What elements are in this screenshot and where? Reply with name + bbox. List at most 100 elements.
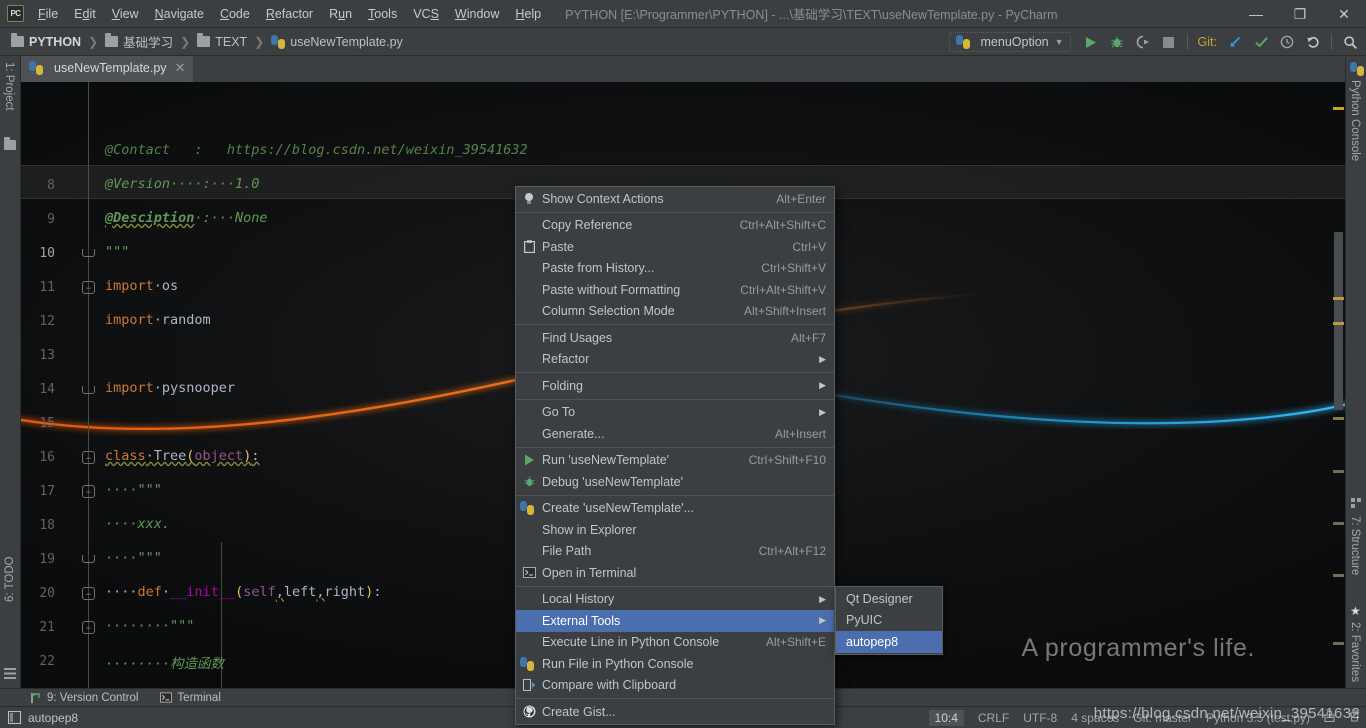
- menu-item-create-config[interactable]: Create 'useNewTemplate'...: [516, 498, 834, 520]
- status-message-area[interactable]: autopep8: [0, 711, 78, 725]
- editor-tab-usenewtemplate[interactable]: useNewTemplate.py ✕: [21, 56, 194, 82]
- run-button[interactable]: [1079, 31, 1103, 53]
- submenu-item-autopep8[interactable]: autopep8: [836, 631, 942, 653]
- fold-handle[interactable]: −: [82, 621, 95, 634]
- warning-marker[interactable]: [1333, 107, 1344, 110]
- sidebar-item-favorites[interactable]: 2: Favorites: [1349, 622, 1361, 682]
- fold-handle[interactable]: [82, 249, 95, 257]
- sidebar-item-todo[interactable]: 6: TODO: [4, 557, 16, 603]
- menu-item-paste[interactable]: Paste Ctrl+V: [516, 236, 834, 258]
- run-configuration-selector[interactable]: menuOption ▼: [948, 32, 1071, 52]
- warning-marker[interactable]: [1333, 297, 1344, 300]
- menu-item-paste-without-formatting[interactable]: Paste without Formatting Ctrl+Alt+Shift+…: [516, 279, 834, 301]
- fold-handle[interactable]: −: [82, 485, 95, 498]
- menu-code[interactable]: Code: [212, 3, 258, 25]
- menu-item-run[interactable]: Run 'useNewTemplate' Ctrl+Shift+F10: [516, 450, 834, 472]
- menu-item-execute-line-in-python-console[interactable]: Execute Line in Python Console Alt+Shift…: [516, 632, 834, 654]
- menu-view[interactable]: View: [104, 3, 147, 25]
- breadcrumb-item-text[interactable]: TEXT: [194, 33, 250, 51]
- menu-run[interactable]: Run: [321, 3, 360, 25]
- warning-marker[interactable]: [1333, 322, 1344, 325]
- warning-marker[interactable]: [1333, 642, 1344, 645]
- python-interpreter[interactable]: Python 3.5 (test.py): [1206, 711, 1310, 725]
- warning-marker[interactable]: [1333, 574, 1344, 577]
- tool-window-terminal[interactable]: Terminal: [160, 692, 221, 704]
- breadcrumb-item-python[interactable]: PYTHON: [8, 33, 84, 51]
- git-branch[interactable]: Git: master: [1133, 711, 1192, 725]
- menu-item-external-tools[interactable]: External Tools ▶: [516, 610, 834, 632]
- menu-item-generate[interactable]: Generate... Alt+Insert: [516, 423, 834, 445]
- menu-item-find-usages[interactable]: Find Usages Alt+F7: [516, 327, 834, 349]
- menu-item-create-gist[interactable]: Create Gist...: [516, 701, 834, 723]
- menu-item-open-in-terminal[interactable]: Open in Terminal: [516, 562, 834, 584]
- menu-file[interactable]: File: [30, 3, 66, 25]
- run-coverage-button[interactable]: [1131, 31, 1155, 53]
- menu-refactor[interactable]: Refactor: [258, 3, 321, 25]
- menu-item-column-selection-mode[interactable]: Column Selection Mode Alt+Shift+Insert: [516, 301, 834, 323]
- menu-tools[interactable]: Tools: [360, 3, 405, 25]
- file-encoding[interactable]: UTF-8: [1023, 711, 1057, 725]
- git-commit-button[interactable]: [1249, 31, 1273, 53]
- menu-item-folding[interactable]: Folding ▶: [516, 375, 834, 397]
- menu-item-run-file-in-python-console[interactable]: Run File in Python Console: [516, 653, 834, 675]
- fold-handle[interactable]: −: [82, 281, 95, 294]
- git-history-button[interactable]: [1275, 31, 1299, 53]
- trash-icon[interactable]: [1349, 710, 1360, 725]
- fold-handle[interactable]: [82, 386, 95, 394]
- menu-item-compare-with-clipboard[interactable]: Compare with Clipboard: [516, 675, 834, 697]
- menu-item-paste-from-history[interactable]: Paste from History... Ctrl+Shift+V: [516, 258, 834, 280]
- editor-marker-bar[interactable]: [1332, 82, 1345, 688]
- submenu-item-pyuic[interactable]: PyUIC: [836, 610, 942, 632]
- minimize-button[interactable]: —: [1234, 0, 1278, 28]
- menu-item-refactor[interactable]: Refactor ▶: [516, 349, 834, 371]
- fold-handle[interactable]: −: [82, 451, 95, 464]
- menu-item-go-to[interactable]: Go To ▶: [516, 402, 834, 424]
- lock-icon[interactable]: [1324, 710, 1335, 725]
- git-update-button[interactable]: [1223, 31, 1247, 53]
- sidebar-item-project[interactable]: 1: Project: [3, 62, 15, 111]
- line-number: 8: [47, 178, 55, 193]
- caret-position[interactable]: 10:4: [928, 709, 964, 726]
- close-icon[interactable]: ✕: [173, 60, 188, 76]
- menu-item-label: Open in Terminal: [542, 565, 637, 580]
- editor-gutter[interactable]: 8 9 10 11 12 13 14 15 16 17 18 19 20 21 …: [21, 82, 99, 688]
- menu-item-local-history[interactable]: Local History ▶: [516, 589, 834, 611]
- stop-button[interactable]: [1157, 31, 1181, 53]
- external-tools-submenu[interactable]: Qt Designer PyUIC autopep8: [835, 586, 943, 655]
- github-icon: [520, 704, 538, 720]
- menu-item-label: Paste: [542, 239, 574, 254]
- breadcrumb-item-jichuxuexi[interactable]: 基础学习: [102, 30, 176, 53]
- breadcrumb-item-file[interactable]: useNewTemplate.py: [268, 33, 406, 51]
- menu-item-copy-reference[interactable]: Copy Reference Ctrl+Alt+Shift+C: [516, 215, 834, 237]
- menu-item-debug[interactable]: Debug 'useNewTemplate': [516, 471, 834, 493]
- tool-window-icon[interactable]: [8, 711, 21, 724]
- warning-marker[interactable]: [1333, 470, 1344, 473]
- menu-vcs[interactable]: VCS: [405, 3, 447, 25]
- menu-navigate[interactable]: Navigate: [147, 3, 212, 25]
- fold-handle[interactable]: −: [82, 587, 95, 600]
- menu-item-show-context-actions[interactable]: Show Context Actions Alt+Enter: [516, 188, 834, 210]
- menu-edit[interactable]: Edit: [66, 3, 104, 25]
- menu-window[interactable]: Window: [447, 3, 507, 25]
- status-indicators: 10:4 CRLF UTF-8 4 spaces Git: master Pyt…: [928, 709, 1360, 726]
- submenu-item-qt-designer[interactable]: Qt Designer: [836, 588, 942, 610]
- maximize-button[interactable]: ❐: [1278, 0, 1322, 28]
- sidebar-item-python-console[interactable]: Python Console: [1349, 80, 1361, 161]
- search-everywhere-button[interactable]: [1338, 31, 1362, 53]
- sidebar-item-structure[interactable]: 7: Structure: [1349, 516, 1361, 575]
- warning-marker[interactable]: [1333, 417, 1344, 420]
- indent-setting[interactable]: 4 spaces: [1071, 711, 1119, 725]
- fold-handle[interactable]: [82, 555, 95, 563]
- editor-context-menu[interactable]: Show Context Actions Alt+Enter Copy Refe…: [515, 186, 835, 725]
- menu-help[interactable]: Help: [507, 3, 549, 25]
- warning-marker[interactable]: [1333, 522, 1344, 525]
- close-button[interactable]: ✕: [1322, 0, 1366, 28]
- git-rollback-button[interactable]: [1301, 31, 1325, 53]
- menu-item-show-in-explorer[interactable]: Show in Explorer: [516, 519, 834, 541]
- tool-window-version-control[interactable]: 9: Version Control: [30, 692, 138, 704]
- window-controls: — ❐ ✕: [1234, 0, 1366, 28]
- editor-scrollbar-thumb[interactable]: [1334, 232, 1343, 410]
- debug-button[interactable]: [1105, 31, 1129, 53]
- menu-item-file-path[interactable]: File Path Ctrl+Alt+F12: [516, 541, 834, 563]
- line-separator[interactable]: CRLF: [978, 711, 1009, 725]
